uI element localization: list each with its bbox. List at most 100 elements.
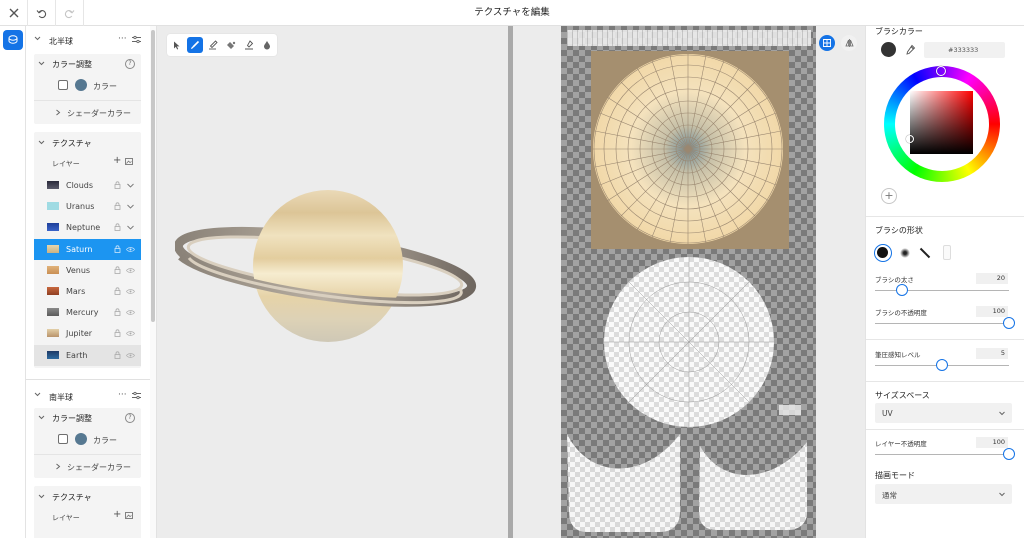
lock-icon[interactable] (114, 266, 121, 274)
materials-tab-button[interactable] (3, 30, 23, 50)
eye-icon[interactable] (126, 267, 135, 274)
chevron-down-icon[interactable] (126, 203, 135, 210)
symmetry-icon (844, 39, 854, 47)
viewport-3d[interactable] (157, 26, 508, 538)
layer-label: レイヤー (52, 160, 80, 168)
chevron-down-icon[interactable] (126, 224, 135, 231)
color-checkbox[interactable] (58, 80, 68, 90)
north-hemisphere-header[interactable]: 北半球 ··· (26, 28, 150, 54)
brush-size-knob[interactable] (895, 284, 908, 296)
help-icon[interactable]: ? (125, 413, 135, 423)
brush-opacity-track[interactable] (875, 323, 1009, 324)
viewport-toolbar (167, 34, 277, 56)
brush-opacity-knob[interactable] (1003, 317, 1015, 329)
stamp-tool[interactable] (241, 37, 257, 53)
scrollbar-thumb[interactable] (151, 30, 155, 322)
color-swatch[interactable] (75, 79, 87, 91)
layer-row[interactable]: Earth (34, 344, 141, 366)
uv-grid-toggle[interactable] (819, 35, 835, 51)
layer-row[interactable]: Uranus (34, 196, 141, 218)
color-handle[interactable] (906, 135, 914, 143)
pressure-input[interactable]: 5 (976, 348, 1008, 359)
hex-input[interactable]: #333333 (924, 42, 1005, 58)
layer-name: Jupiter (66, 329, 93, 339)
lock-icon[interactable] (114, 329, 121, 338)
add-swatch-button[interactable]: + (881, 188, 897, 204)
left-panel-scrollbar[interactable] (150, 26, 157, 538)
add-layer-icon[interactable]: + (113, 155, 121, 166)
eye-icon[interactable] (126, 309, 135, 316)
hue-handle[interactable] (936, 66, 946, 76)
add-image-layer-icon[interactable] (125, 157, 134, 165)
chevron-down-icon (38, 61, 45, 66)
uv-islands-bottom (567, 434, 807, 532)
layer-name: Saturn (66, 244, 93, 254)
lock-icon[interactable] (114, 202, 121, 211)
layer-row[interactable]: Mercury (34, 302, 141, 324)
brush-shape-line[interactable] (919, 247, 931, 259)
layer-thumbnail (47, 265, 59, 274)
brush-shape-soft[interactable] (900, 248, 910, 258)
lock-icon[interactable] (114, 287, 121, 295)
close-button[interactable] (0, 0, 28, 26)
layer-opacity-track[interactable] (875, 454, 1009, 455)
saturation-value-square[interactable] (910, 91, 973, 154)
undo-button[interactable] (28, 0, 56, 26)
texture-canvas[interactable] (561, 26, 816, 538)
layer-row[interactable]: Jupiter (34, 323, 141, 345)
eraser-tool[interactable] (205, 37, 221, 53)
layer-opacity-input[interactable]: 100 (976, 437, 1008, 448)
brush-shape-hard[interactable] (874, 244, 892, 262)
layer-row[interactable]: Neptune (34, 217, 141, 239)
saturn-model[interactable] (175, 186, 481, 346)
more-options-icon[interactable]: ··· (118, 34, 127, 44)
pressure-knob[interactable] (936, 359, 948, 371)
redo-button[interactable] (56, 0, 84, 26)
select-tool[interactable] (169, 37, 185, 53)
color-adjust-header[interactable]: カラー調整 (38, 59, 138, 71)
eye-icon[interactable] (126, 330, 135, 337)
fill-tool[interactable] (259, 37, 275, 53)
eye-icon[interactable] (126, 352, 135, 359)
layer-row[interactable]: Venus (34, 259, 141, 281)
layer-opacity-knob[interactable] (1003, 448, 1015, 460)
more-options-icon[interactable]: ··· (118, 390, 127, 400)
texture-header[interactable]: テクスチャ (38, 492, 138, 504)
lock-icon[interactable] (114, 181, 121, 189)
add-layer-icon[interactable]: + (113, 509, 121, 520)
color-checkbox[interactable] (58, 434, 68, 444)
settings-sliders-icon[interactable] (132, 391, 141, 400)
size-space-select[interactable]: UV (875, 403, 1012, 423)
layer-row[interactable]: Clouds (34, 175, 141, 196)
layer-row[interactable]: Saturn (34, 238, 141, 260)
layer-row[interactable]: Mars (34, 281, 141, 302)
brush-tool[interactable] (187, 37, 203, 53)
draw-mode-select[interactable]: 通常 (875, 484, 1012, 504)
brush-shape-custom[interactable] (943, 245, 951, 260)
lock-icon[interactable] (114, 223, 121, 232)
shader-color-row[interactable]: シェーダーカラー (34, 456, 141, 476)
color-adjust-header[interactable]: カラー調整 (38, 413, 138, 425)
shader-color-row[interactable]: シェーダーカラー (34, 102, 141, 122)
eye-icon[interactable] (126, 288, 135, 295)
lock-icon[interactable] (114, 351, 121, 359)
current-color-swatch[interactable] (881, 42, 896, 57)
brush-opacity-label: ブラシの不透明度 (875, 309, 927, 317)
eye-icon[interactable] (126, 246, 135, 253)
uv-texture-view[interactable] (513, 26, 865, 538)
layer-opacity-label: レイヤー不透明度 (875, 440, 927, 448)
brush-size-input[interactable]: 20 (976, 273, 1008, 284)
color-swatch[interactable] (75, 433, 87, 445)
south-hemisphere-header[interactable]: 南半球 ··· (26, 384, 150, 410)
uv-symmetry-toggle[interactable] (841, 35, 857, 51)
clone-stamp-tool[interactable] (223, 37, 239, 53)
chevron-down-icon[interactable] (126, 182, 135, 189)
help-icon[interactable]: ? (125, 59, 135, 69)
texture-header[interactable]: テクスチャ (38, 138, 138, 150)
lock-icon[interactable] (114, 245, 121, 253)
lock-icon[interactable] (114, 308, 121, 317)
eyedropper-icon[interactable] (905, 44, 916, 55)
brush-opacity-input[interactable]: 100 (976, 306, 1008, 317)
settings-sliders-icon[interactable] (132, 35, 141, 44)
add-image-layer-icon[interactable] (125, 511, 134, 519)
